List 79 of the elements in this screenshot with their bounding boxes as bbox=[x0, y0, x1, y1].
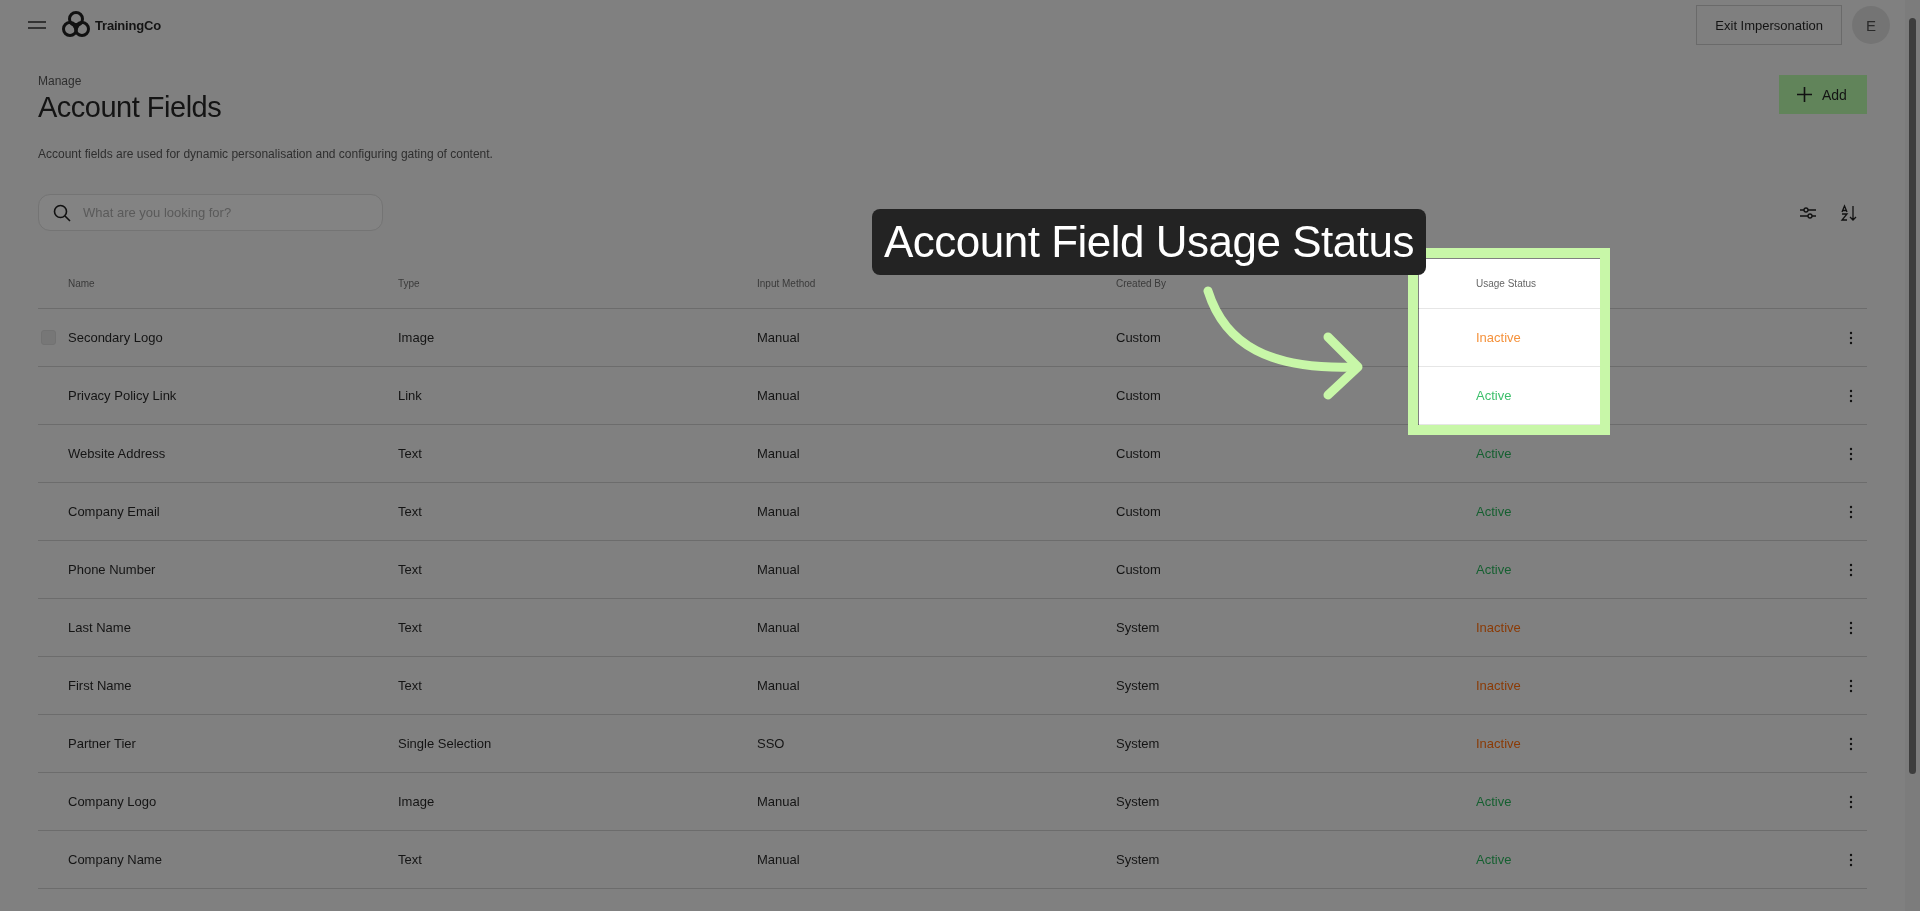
status-text: Active bbox=[1476, 446, 1512, 461]
table-cell: Manual bbox=[757, 620, 800, 635]
more-options-icon[interactable] bbox=[1849, 330, 1853, 345]
table-cell: Custom bbox=[1116, 388, 1161, 403]
table-cell: Text bbox=[398, 620, 422, 635]
status-text: Active bbox=[1476, 794, 1512, 809]
table-cell: Privacy Policy Link bbox=[68, 388, 177, 403]
more-options-icon[interactable] bbox=[1849, 562, 1853, 577]
table-cell: Image bbox=[398, 330, 435, 345]
table-cell: Text bbox=[398, 504, 422, 519]
table-cell: Manual bbox=[757, 388, 800, 403]
scrollbar[interactable] bbox=[1905, 0, 1920, 911]
exit-impersonation-button[interactable]: Exit Impersonation bbox=[1696, 5, 1842, 45]
table-cell: Custom bbox=[1116, 562, 1161, 577]
table-cell: Link bbox=[398, 388, 422, 403]
tooltip: Account Field Usage Status bbox=[872, 209, 1426, 275]
table-cell: Manual bbox=[757, 678, 800, 693]
more-options-icon[interactable] bbox=[1849, 678, 1853, 693]
status-text: Inactive bbox=[1476, 678, 1521, 693]
table-cell: Manual bbox=[757, 504, 800, 519]
table-cell: Manual bbox=[757, 446, 800, 461]
brand-name: TrainingCo bbox=[95, 17, 161, 33]
table-cell: Text bbox=[398, 678, 422, 693]
table-cell: Custom bbox=[1116, 446, 1161, 461]
table-cell: Text bbox=[398, 562, 422, 577]
menu-icon[interactable] bbox=[28, 20, 46, 30]
table-cell: Single Selection bbox=[398, 736, 492, 751]
status-text: Active bbox=[1476, 504, 1512, 519]
table-cell: Company Logo bbox=[68, 794, 157, 809]
status-text: Inactive bbox=[1476, 330, 1521, 345]
breadcrumb: Manage bbox=[38, 74, 83, 88]
add-button[interactable]: Add bbox=[1779, 75, 1867, 114]
column-header[interactable]: Usage Status bbox=[1476, 278, 1537, 289]
table-cell: Last Name bbox=[68, 620, 131, 635]
page-title: Account Fields bbox=[38, 91, 223, 124]
search-icon bbox=[53, 203, 71, 222]
more-options-icon[interactable] bbox=[1849, 504, 1853, 519]
more-options-icon[interactable] bbox=[1849, 852, 1853, 867]
avatar[interactable]: E bbox=[1852, 6, 1890, 44]
table-cell: Image bbox=[398, 794, 435, 809]
table-cell: Custom bbox=[1116, 330, 1161, 345]
table-cell: First Name bbox=[68, 678, 132, 693]
status-text: Inactive bbox=[1476, 736, 1521, 751]
table-cell: Manual bbox=[757, 852, 800, 867]
column-header[interactable]: Name bbox=[68, 278, 95, 289]
table-cell: Company Name bbox=[68, 852, 162, 867]
plus-icon bbox=[1797, 87, 1812, 102]
table-cell: Custom bbox=[1116, 504, 1161, 519]
table-cell: System bbox=[1116, 620, 1160, 635]
logo-icon bbox=[61, 10, 91, 40]
table-cell: System bbox=[1116, 678, 1160, 693]
more-options-icon[interactable] bbox=[1849, 620, 1853, 635]
column-header[interactable]: Type bbox=[398, 278, 420, 289]
status-text: Active bbox=[1476, 388, 1512, 403]
status-text: Inactive bbox=[1476, 620, 1521, 635]
sort-icon[interactable] bbox=[1839, 203, 1857, 222]
more-options-icon[interactable] bbox=[1849, 736, 1853, 751]
table-cell: System bbox=[1116, 852, 1160, 867]
table-cell: Company Email bbox=[68, 504, 160, 519]
more-options-icon[interactable] bbox=[1849, 446, 1853, 461]
table-cell: Manual bbox=[757, 562, 800, 577]
status-text: Active bbox=[1476, 562, 1512, 577]
page-description: Account fields are used for dynamic personalisation and configuring gating of content. bbox=[38, 147, 493, 161]
table-cell: Website Address bbox=[68, 446, 166, 461]
table-cell: Phone Number bbox=[68, 562, 156, 577]
table-cell: Partner Tier bbox=[68, 736, 136, 751]
more-options-icon[interactable] bbox=[1849, 388, 1853, 403]
table-cell: SSO bbox=[757, 736, 785, 751]
table-cell: System bbox=[1116, 736, 1160, 751]
more-options-icon[interactable] bbox=[1849, 794, 1853, 809]
table-cell: Secondary Logo bbox=[68, 330, 163, 345]
table-cell: Text bbox=[398, 446, 422, 461]
table-cell: Text bbox=[398, 852, 422, 867]
table-cell: Manual bbox=[757, 794, 800, 809]
table-cell: System bbox=[1116, 794, 1160, 809]
status-text: Active bbox=[1476, 852, 1512, 867]
column-header[interactable]: Created By bbox=[1116, 278, 1167, 289]
column-header[interactable]: Input Method bbox=[757, 278, 816, 289]
table-cell: Manual bbox=[757, 330, 800, 345]
